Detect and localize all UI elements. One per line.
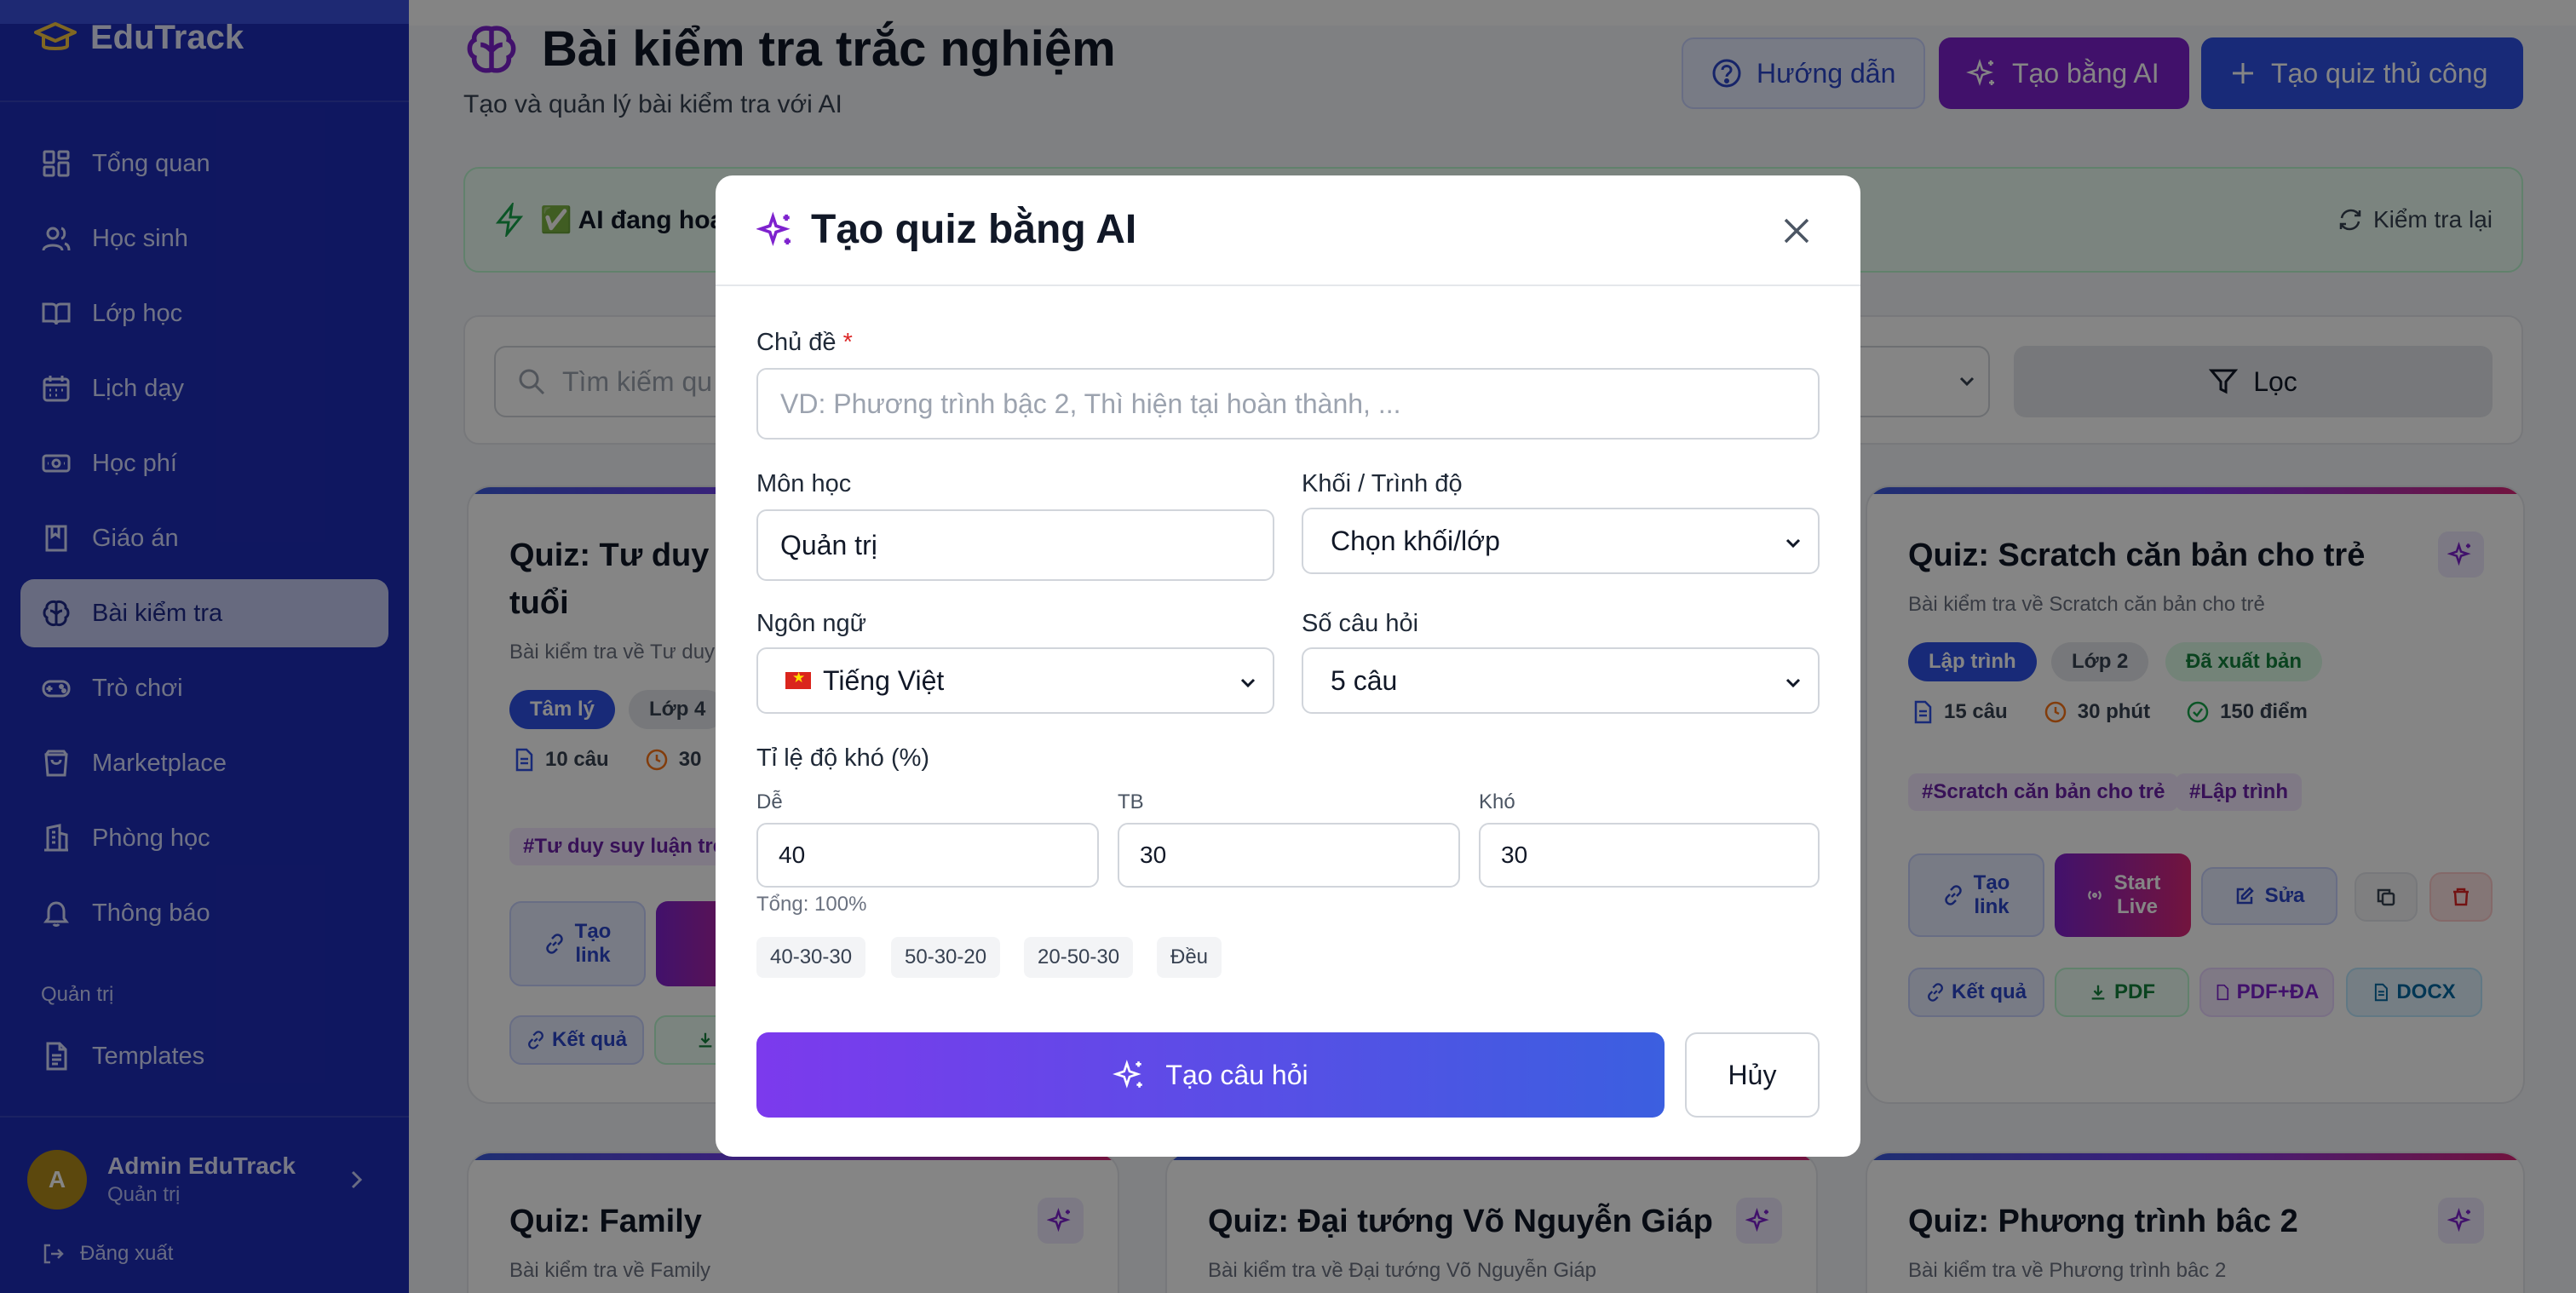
topic-label-text: Chủ đề: [756, 329, 837, 356]
topic-input[interactable]: VD: Phương trình bậc 2, Thì hiện tại hoà…: [756, 368, 1820, 440]
medium-input[interactable]: 30: [1118, 823, 1460, 888]
easy-label: Dễ: [756, 790, 783, 813]
difficulty-total: Tổng: 100%: [756, 893, 867, 916]
medium-value: 30: [1140, 842, 1167, 868]
cancel-button[interactable]: Hủy: [1685, 1032, 1820, 1118]
sparkles-icon: [1113, 1058, 1147, 1092]
topic-label: Chủ đề *: [756, 329, 853, 357]
generate-questions-label: Tạo câu hỏi: [1165, 1059, 1308, 1090]
chevron-down-icon: [1240, 678, 1256, 688]
ai-quiz-modal: Tạo quiz bằng AI Chủ đề * VD: Phương trì…: [716, 175, 1860, 1157]
difficulty-label: Tỉ lệ độ khó (%): [756, 744, 930, 772]
medium-label: TB: [1118, 790, 1144, 813]
language-value: Tiếng Việt: [823, 664, 945, 696]
easy-input[interactable]: 40: [756, 823, 1099, 888]
vietnam-flag-icon: [785, 669, 811, 689]
modal-title-wrap: Tạo quiz bằng AI: [756, 206, 1136, 253]
modal-header: Tạo quiz bằng AI: [716, 175, 1860, 286]
subject-input[interactable]: Quản trị: [756, 509, 1274, 581]
subject-value: Quản trị: [780, 529, 877, 560]
sparkles-icon: [756, 210, 796, 250]
grade-value: Chọn khối/lớp: [1331, 525, 1500, 556]
hard-label: Khó: [1479, 790, 1515, 813]
preset-20-50-30[interactable]: 20-50-30: [1024, 937, 1134, 978]
question-count-value: 5 câu: [1331, 664, 1398, 696]
modal-title: Tạo quiz bằng AI: [811, 207, 1137, 252]
grade-label: Khối / Trình độ: [1302, 470, 1463, 497]
subject-label: Môn học: [756, 470, 852, 497]
preset-40-30-30[interactable]: 40-30-30: [756, 937, 866, 978]
chevron-down-icon: [1785, 678, 1801, 688]
topic-placeholder: VD: Phương trình bậc 2, Thì hiện tại hoà…: [780, 388, 1401, 419]
hard-input[interactable]: 30: [1479, 823, 1820, 888]
easy-value: 40: [779, 842, 806, 868]
question-count-label: Số câu hỏi: [1302, 610, 1419, 637]
language-select[interactable]: Tiếng Việt: [756, 647, 1274, 714]
preset-50-30-20[interactable]: 50-30-20: [891, 937, 1001, 978]
language-label: Ngôn ngữ: [756, 610, 867, 637]
preset-even[interactable]: Đều: [1157, 937, 1222, 978]
close-icon[interactable]: [1780, 215, 1813, 247]
question-count-select[interactable]: 5 câu: [1302, 647, 1820, 714]
grade-select[interactable]: Chọn khối/lớp: [1302, 508, 1820, 574]
required-mark: *: [842, 329, 853, 356]
generate-questions-button[interactable]: Tạo câu hỏi: [756, 1032, 1665, 1118]
chevron-down-icon: [1785, 538, 1801, 549]
hard-value: 30: [1501, 842, 1528, 868]
